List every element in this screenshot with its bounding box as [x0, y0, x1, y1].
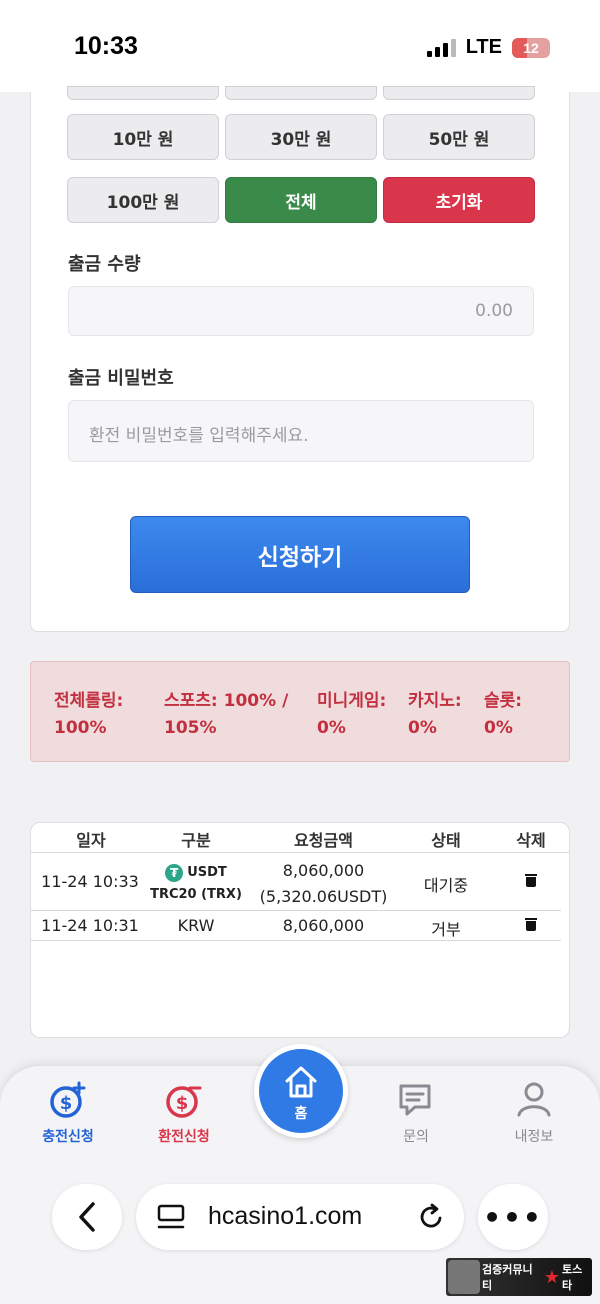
- deposit-icon: $: [50, 1081, 86, 1118]
- amount-button-hidden-2[interactable]: [225, 86, 377, 100]
- header-delete: 삭제: [516, 831, 546, 850]
- usdt-icon: ₮: [165, 863, 184, 882]
- status-indicators: LTE 12: [426, 36, 550, 59]
- header-amount: 요청금액: [294, 831, 353, 850]
- rolling-casino: 카지노: 0%: [408, 691, 462, 738]
- header-status: 상태: [431, 831, 461, 850]
- row-amount: 8,060,000 (5,320.06USDT): [259, 861, 388, 906]
- quantity-input[interactable]: 0.00: [68, 286, 534, 336]
- amount-button-100k[interactable]: 10만 원: [67, 114, 219, 160]
- header-date: 일자: [76, 831, 106, 850]
- trash-icon: [525, 917, 537, 931]
- table-row: 11-24 10:33 ₮ USDT TRC20 (TRX) 8,060,000 …: [31, 854, 561, 911]
- watermark-face-image: [448, 1260, 480, 1294]
- trash-icon: [525, 873, 537, 887]
- rolling-slot: 슬롯: 0%: [484, 691, 523, 738]
- back-button[interactable]: [52, 1184, 122, 1250]
- nav-exchange[interactable]: $ 환전신청: [134, 1080, 234, 1146]
- amount-button-row-1: 10만 원 30만 원 50만 원: [67, 114, 535, 160]
- svg-text:$: $: [176, 1093, 189, 1114]
- reader-icon: [157, 1204, 185, 1229]
- row-date: 11-24 10:33: [41, 872, 139, 891]
- history-table: 일자 구분 요청금액 상태 삭제 11-24 10:33 ₮ USDT TRC20…: [30, 822, 570, 1038]
- row-date: 11-24 10:31: [41, 916, 139, 935]
- quantity-label: 출금 수량: [68, 254, 141, 275]
- nav-inquiry[interactable]: 문의: [366, 1080, 466, 1146]
- amount-button-hidden-1[interactable]: [67, 86, 219, 100]
- more-button[interactable]: •••: [478, 1184, 548, 1250]
- row-type: ₮ USDT TRC20 (TRX): [150, 863, 242, 902]
- row-type: KRW: [177, 916, 215, 935]
- status-bar: 10:33 LTE 12: [0, 0, 600, 92]
- network-label: LTE: [465, 36, 502, 58]
- row-status: 거부: [431, 920, 461, 939]
- all-amount-button[interactable]: 전체: [225, 177, 377, 223]
- rolling-sports: 스포츠: 100% /105%: [164, 691, 289, 738]
- submit-button[interactable]: 신청하기: [130, 516, 470, 593]
- rolling-minigame: 미니게임: 0%: [317, 691, 387, 738]
- password-label: 출금 비밀번호: [68, 368, 174, 389]
- address-bar[interactable]: hcasino1.com: [136, 1184, 464, 1250]
- status-time: 10:33: [74, 32, 138, 60]
- row-amount: 8,060,000: [282, 916, 365, 935]
- battery-icon: 12: [512, 37, 550, 58]
- chat-icon: [399, 1084, 431, 1116]
- nav-my-info[interactable]: 내정보: [484, 1080, 584, 1146]
- delete-button[interactable]: [501, 916, 561, 935]
- table-header: 일자 구분 요청금액 상태 삭제: [31, 823, 569, 853]
- nav-home[interactable]: 홈: [254, 1044, 348, 1138]
- table-row: 11-24 10:31 KRW 8,060,000 거부: [31, 911, 561, 941]
- nav-charge[interactable]: $ 충전신청: [18, 1080, 118, 1146]
- reload-icon[interactable]: [418, 1203, 446, 1231]
- amount-button-row-2: 100만 원 전체 초기화: [67, 177, 535, 223]
- header-type: 구분: [181, 831, 211, 850]
- rolling-total: 전체롤링: 100%: [54, 691, 124, 738]
- home-icon: [285, 1066, 317, 1098]
- withdraw-icon: $: [166, 1086, 202, 1118]
- user-icon: [517, 1082, 551, 1117]
- delete-button[interactable]: [501, 872, 561, 891]
- amount-button-500k[interactable]: 50만 원: [383, 114, 535, 160]
- password-input[interactable]: 환전 비밀번호를 입력해주세요.: [68, 400, 534, 462]
- withdraw-card: 10만 원 30만 원 50만 원 100만 원 전체 초기화 출금 수량 0.…: [30, 86, 570, 632]
- url-text: hcasino1.com: [208, 1202, 363, 1230]
- amount-button-row-partial: [67, 86, 535, 100]
- svg-text:$: $: [60, 1093, 73, 1114]
- watermark-logo: 검증커뮤니티 ★ 토스타: [446, 1258, 592, 1296]
- amount-button-1m[interactable]: 100만 원: [67, 177, 219, 223]
- amount-button-300k[interactable]: 30만 원: [225, 114, 377, 160]
- amount-button-hidden-3[interactable]: [383, 86, 535, 100]
- rolling-info: 전체롤링: 100% 스포츠: 100% /105% 미니게임: 0% 카지노: 0%…: [30, 661, 570, 762]
- signal-icon: [426, 38, 456, 57]
- row-status: 대기중: [423, 876, 469, 895]
- chevron-left-icon: [79, 1202, 95, 1232]
- reset-button[interactable]: 초기화: [383, 177, 535, 223]
